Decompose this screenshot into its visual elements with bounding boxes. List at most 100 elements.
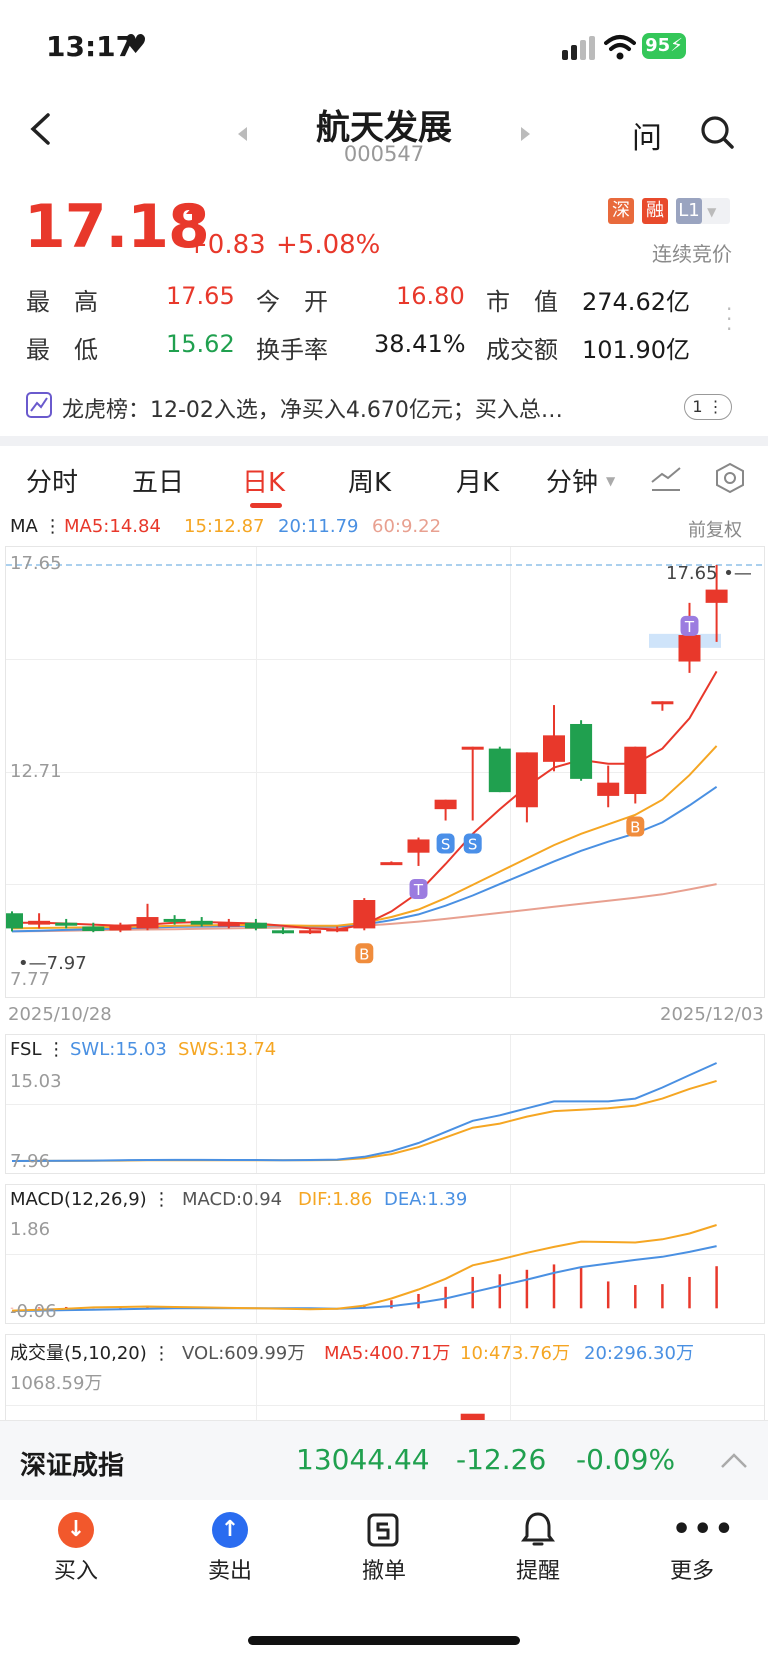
y-axis-top-label: 17.65 bbox=[10, 553, 62, 574]
chevron-down-icon: ▼ bbox=[707, 205, 717, 219]
tab-weekly-k[interactable]: 周K bbox=[348, 462, 391, 499]
candle-body bbox=[82, 926, 105, 932]
stat-value-open: 16.80 bbox=[396, 282, 465, 310]
sell-label: 卖出 bbox=[207, 1559, 252, 1584]
volume-chart[interactable]: 成交量(5,10,20) ⋮ VOL:609.99万 MA5:400.71万 1… bbox=[5, 1334, 765, 1425]
tab-monthly-k[interactable]: 月K bbox=[456, 462, 499, 499]
index-name: 深证成指 bbox=[20, 1451, 125, 1481]
chevron-up-icon[interactable] bbox=[720, 1451, 748, 1473]
fsl-y-bottom: 7.96 bbox=[10, 1151, 51, 1172]
macd-y-bottom: -0.06 bbox=[10, 1301, 57, 1322]
candle-body bbox=[190, 920, 213, 925]
status-time: 13:17 bbox=[46, 30, 136, 63]
volume-y-top: 1068.59万 bbox=[10, 1373, 103, 1394]
tab-daily-k[interactable]: 日K bbox=[242, 462, 285, 499]
ma15-value: 15:12.87 bbox=[184, 516, 265, 537]
candle-body bbox=[163, 918, 186, 922]
notice-count-value: 1 bbox=[692, 397, 703, 416]
badge-margin: 融 bbox=[642, 198, 668, 224]
fsl-chart[interactable]: FSL ⋮ SWL:15.03 SWS:13.74 15.03 7.96 bbox=[5, 1034, 765, 1174]
ma-legend-title[interactable]: MA ⋮ bbox=[10, 516, 62, 537]
ma60-value: 60:9.22 bbox=[372, 516, 442, 537]
volume-ma20: 20:296.30万 bbox=[584, 1343, 694, 1364]
adjust-mode[interactable]: 前复权 bbox=[688, 516, 742, 542]
more-horizontal-icon: ••• bbox=[672, 1512, 736, 1547]
low-price-marker: •—7.97 bbox=[18, 953, 87, 974]
signal-marker-label: S bbox=[468, 836, 478, 854]
fsl-title[interactable]: FSL ⋮ bbox=[10, 1039, 65, 1060]
stat-label-amount: 成交额 bbox=[486, 336, 558, 364]
settings-hexagon-icon[interactable] bbox=[714, 462, 746, 498]
more-vertical-icon[interactable]: · · · bbox=[726, 299, 732, 339]
prev-stock-icon[interactable] bbox=[238, 126, 248, 145]
kline-chart[interactable]: BTSSBT 17.65 12.71 7.77 17.65 •— •—7.97 bbox=[5, 546, 765, 998]
signal-marker-label: S bbox=[441, 836, 451, 854]
sws-line bbox=[11, 1079, 717, 1162]
fsl-sws: SWS:13.74 bbox=[178, 1039, 277, 1060]
index-bar[interactable]: 深证成指 13044.44 -12.26 -0.09% bbox=[0, 1420, 768, 1501]
ask-button[interactable]: 问 bbox=[632, 113, 662, 157]
indicator-settings-icon[interactable] bbox=[650, 464, 682, 496]
signal-marker-label: T bbox=[684, 618, 695, 636]
stat-value-amount: 101.90亿 bbox=[582, 336, 690, 364]
date-end-label: 2025/12/03 bbox=[660, 1004, 764, 1025]
candle-body bbox=[461, 746, 484, 750]
stat-value-low: 15.62 bbox=[166, 330, 235, 358]
high-price-marker: 17.65 •— bbox=[666, 563, 752, 584]
candle-body bbox=[515, 752, 538, 808]
candle-body bbox=[272, 930, 294, 934]
kline-plot: B T S S B T bbox=[6, 564, 764, 964]
macd-dea: DEA:1.39 bbox=[384, 1189, 468, 1210]
back-icon[interactable] bbox=[28, 112, 52, 150]
low-price-marker-value: 7.97 bbox=[46, 953, 87, 974]
candle-body bbox=[6, 913, 23, 929]
ma5-line bbox=[12, 670, 718, 931]
swl-line bbox=[11, 1062, 718, 1162]
y-axis-mid-label: 12.71 bbox=[10, 761, 62, 782]
index-change-pct: -0.09% bbox=[576, 1443, 676, 1476]
signal-marker-label: T bbox=[413, 881, 424, 899]
tab-intraday[interactable]: 分时 bbox=[26, 462, 78, 499]
notice-count[interactable]: 1 ⋮ bbox=[684, 394, 732, 420]
notice-text: 龙虎榜：12-02入选，净买入4.670亿元；买入总… bbox=[62, 398, 563, 423]
ma5-value: MA5:14.84 bbox=[64, 516, 161, 537]
dif-line bbox=[11, 1224, 717, 1312]
badge-level[interactable]: L1 ▼ bbox=[676, 198, 730, 224]
home-indicator bbox=[248, 1636, 520, 1645]
macd-title[interactable]: MACD(12,26,9) ⋮ bbox=[10, 1189, 170, 1210]
chart-trend-icon bbox=[26, 392, 52, 422]
stat-value-turnover: 38.41% bbox=[374, 330, 466, 358]
heart-icon: ♥ bbox=[124, 30, 148, 60]
candle-body bbox=[28, 920, 51, 925]
next-stock-icon[interactable] bbox=[520, 126, 530, 145]
up-arrow-icon bbox=[186, 204, 204, 230]
wifi-icon bbox=[604, 34, 636, 64]
macd-value: MACD:0.94 bbox=[182, 1189, 283, 1210]
candle-body bbox=[353, 900, 376, 929]
candle-body bbox=[244, 922, 267, 929]
search-icon[interactable] bbox=[700, 115, 734, 153]
signal-icon bbox=[562, 36, 596, 64]
macd-chart[interactable]: MACD(12,26,9) ⋮ MACD:0.94 DIF:1.86 DEA:1… bbox=[5, 1184, 765, 1324]
candle-body bbox=[678, 635, 701, 662]
signal-marker-label: B bbox=[359, 945, 369, 963]
candle-body bbox=[380, 862, 403, 866]
tab-five-day[interactable]: 五日 bbox=[132, 462, 184, 499]
candle-body bbox=[407, 839, 430, 853]
dea-line bbox=[11, 1245, 717, 1312]
bell-icon bbox=[521, 1512, 555, 1546]
volume-title[interactable]: 成交量(5,10,20) ⋮ bbox=[10, 1339, 170, 1365]
more-label: 更多 bbox=[669, 1559, 714, 1584]
stock-code: 000547 bbox=[343, 142, 425, 166]
cancel-order-icon bbox=[367, 1513, 399, 1547]
stat-label-open: 今 开 bbox=[256, 288, 328, 316]
chevron-down-icon: ▼ bbox=[606, 474, 616, 488]
candle-body bbox=[624, 746, 647, 795]
tab-minute[interactable]: 分钟 bbox=[546, 462, 598, 499]
candle-body bbox=[488, 748, 511, 793]
index-value: 13044.44 bbox=[296, 1443, 430, 1476]
stat-label-turnover: 换手率 bbox=[256, 336, 328, 364]
active-tab-indicator bbox=[250, 503, 282, 508]
candle-body bbox=[109, 924, 132, 931]
buy-label: 买入 bbox=[53, 1559, 98, 1584]
